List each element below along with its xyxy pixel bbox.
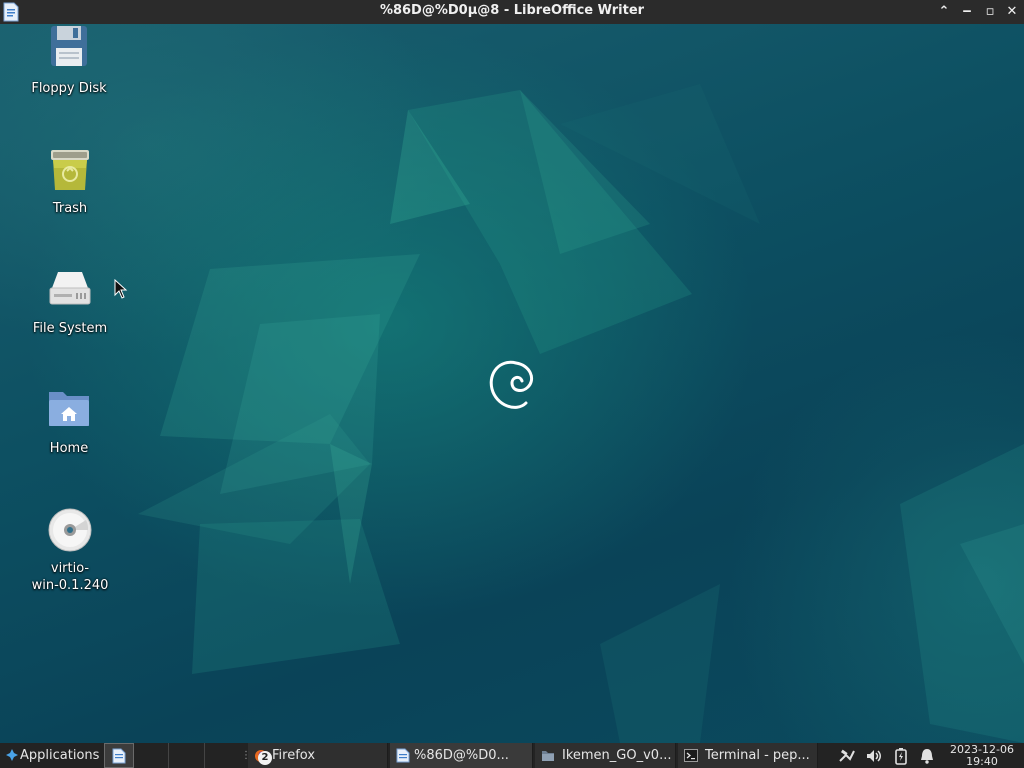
panel-clock[interactable]: 2023-12-06 19:40 bbox=[944, 743, 1020, 768]
desktop-icon-virtio-win[interactable]: virtio- win-0.1.240 bbox=[20, 506, 120, 594]
volume-icon[interactable] bbox=[865, 747, 883, 765]
task-terminal[interactable]: Terminal - pep... bbox=[678, 743, 818, 768]
desktop-icon-label: Floppy Disk bbox=[31, 81, 107, 96]
close-button[interactable]: ✕ bbox=[1003, 2, 1021, 22]
minimize-button[interactable]: ‒ bbox=[958, 2, 976, 22]
task-label: Ikemen_GO_v0... bbox=[562, 748, 672, 763]
window-count-badge: 2 bbox=[258, 751, 272, 765]
writer-document-icon bbox=[112, 748, 126, 764]
home-folder-icon bbox=[49, 392, 89, 426]
window-title: %86D@%D0µ@8 - LibreOffice Writer bbox=[379, 3, 645, 18]
desktop-icon-label: File System bbox=[32, 321, 108, 336]
network-icon[interactable] bbox=[838, 747, 856, 765]
task-label: %86D@%D0... bbox=[414, 748, 509, 763]
taskbar-panel: Applications ⋮ Firefox 2 %86D@%D0... Ike… bbox=[0, 743, 1024, 768]
maximize-up-button[interactable]: ⌃ bbox=[935, 2, 953, 22]
debian-swirl-logo bbox=[489, 360, 533, 409]
window-titlebar[interactable]: %86D@%D0µ@8 - LibreOffice Writer ⌃ ‒ ▫ ✕ bbox=[0, 0, 1024, 24]
hard-drive-icon bbox=[49, 272, 91, 305]
panel-separator bbox=[204, 743, 205, 768]
desktop-icon-label: Home bbox=[49, 441, 89, 456]
restore-button[interactable]: ▫ bbox=[981, 2, 999, 22]
desktop-icon-label: Trash bbox=[52, 201, 88, 216]
mouse-cursor-icon bbox=[114, 279, 128, 299]
clock-time: 19:40 bbox=[966, 755, 998, 768]
folder-icon bbox=[542, 751, 554, 761]
maximize-up-icon: ⌃ bbox=[938, 4, 950, 19]
task-label: Terminal - pep... bbox=[705, 748, 810, 763]
trash-icon bbox=[51, 150, 89, 190]
desktop-icon-label: virtio- win-0.1.240 bbox=[31, 561, 109, 593]
notification-bell-icon[interactable] bbox=[918, 747, 936, 765]
task-ikemen-folder[interactable]: Ikemen_GO_v0... bbox=[535, 743, 676, 768]
writer-document-icon bbox=[396, 748, 410, 763]
minimize-icon: ‒ bbox=[962, 4, 972, 19]
battery-icon[interactable] bbox=[892, 747, 910, 765]
xfce-menu-icon bbox=[6, 749, 18, 761]
restore-icon: ▫ bbox=[985, 4, 995, 19]
writer-launcher-button[interactable] bbox=[104, 743, 134, 768]
applications-menu-button[interactable]: Applications bbox=[2, 743, 102, 768]
desktop-icon-floppy-disk[interactable]: Floppy Disk bbox=[19, 26, 119, 97]
terminal-icon bbox=[684, 749, 698, 762]
optical-disc-icon bbox=[48, 508, 92, 552]
desktop-icon-trash[interactable]: Trash bbox=[20, 146, 120, 217]
panel-separator bbox=[168, 743, 169, 768]
desktop-icon-file-system[interactable]: File System bbox=[20, 266, 120, 337]
floppy-disk-icon bbox=[51, 26, 87, 66]
task-label: Firefox bbox=[272, 748, 316, 763]
desktop-icon-home[interactable]: Home bbox=[19, 386, 119, 457]
applications-label: Applications bbox=[20, 748, 100, 763]
task-libreoffice-writer[interactable]: %86D@%D0... bbox=[390, 743, 533, 768]
close-icon: ✕ bbox=[1006, 4, 1018, 19]
tasklist-handle[interactable]: ⋮ bbox=[241, 743, 251, 768]
